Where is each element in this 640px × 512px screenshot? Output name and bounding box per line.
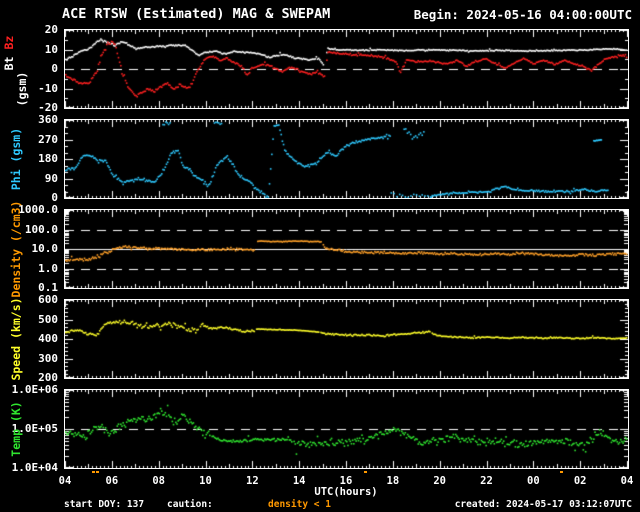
y-axis-label-part: Bz bbox=[2, 36, 16, 50]
y-axis-label-phi: Phi (gsm) bbox=[9, 128, 23, 190]
y-axis-label-bt-bz: Bt Bz bbox=[2, 36, 16, 71]
x-tick-label: 04 bbox=[620, 475, 634, 487]
x-tick-label: 22 bbox=[480, 475, 493, 487]
y-tick-label: 1.0E+06 bbox=[11, 383, 58, 396]
panel-canvas-phi bbox=[65, 120, 628, 198]
y-axis-label-part: (gsm) bbox=[15, 71, 29, 106]
created-timestamp: created: 2024-05-17 03:12:07UTC bbox=[454, 499, 632, 510]
plot-title: ACE RTSW (Estimated) MAG & SWEPAM bbox=[62, 6, 331, 22]
y-tick-label: 1.0E+04 bbox=[11, 461, 58, 474]
y-axis-label-speed: Speed (km/s) bbox=[9, 297, 23, 380]
y-axis-label-part: Speed (km/s) bbox=[9, 297, 23, 381]
y-axis-label-part: Temp (K) bbox=[9, 401, 23, 457]
y-axis-label-part: Density (/cm3) bbox=[9, 200, 23, 298]
ace-rtsw-plot: ACE RTSW (Estimated) MAG & SWEPAM Begin:… bbox=[0, 0, 640, 512]
density-caution-marker bbox=[363, 471, 367, 473]
y-tick-label: 360 bbox=[38, 113, 58, 126]
y-axis-label-density: Density (/cm3) bbox=[9, 201, 23, 298]
x-axis-title: UTC(hours) bbox=[314, 486, 378, 498]
x-tick-label: 18 bbox=[386, 475, 400, 487]
density-caution-marker bbox=[560, 471, 564, 473]
y-tick-label: 20 bbox=[44, 23, 58, 36]
y-tick-label: -10 bbox=[38, 81, 58, 95]
density-caution-marker bbox=[95, 471, 99, 473]
y-axis-label-part: Bt bbox=[2, 49, 16, 71]
start-doy-label: start DOY: 137 bbox=[64, 499, 145, 510]
y-axis-label-temp: Temp (K) bbox=[9, 401, 23, 456]
x-tick-label: 08 bbox=[152, 475, 165, 487]
panel-canvas-density bbox=[65, 210, 628, 288]
x-tick-label: 04 bbox=[58, 475, 72, 487]
begin-timestamp: Begin: 2024-05-16 04:00:00UTC bbox=[413, 7, 632, 22]
x-tick-label: 16 bbox=[339, 475, 353, 487]
panel-canvas-temp bbox=[65, 390, 628, 468]
x-tick-label: 12 bbox=[246, 475, 259, 487]
x-tick-label: 06 bbox=[105, 475, 119, 487]
panel-canvas-speed bbox=[65, 300, 628, 378]
y-axis-label-bt-bz-unit: (gsm) bbox=[15, 71, 29, 106]
panel-canvas-bt-bz bbox=[65, 30, 628, 108]
x-tick-label: 02 bbox=[573, 475, 587, 487]
x-tick-label: 20 bbox=[433, 475, 446, 487]
y-axis-label-part: Phi (gsm) bbox=[9, 127, 23, 191]
caution-label: caution: bbox=[167, 499, 213, 510]
x-tick-label: 14 bbox=[292, 475, 306, 487]
x-tick-label: 00 bbox=[527, 475, 540, 487]
caution-density-note: density < 1 bbox=[268, 499, 331, 510]
x-tick-label: 10 bbox=[199, 475, 212, 487]
